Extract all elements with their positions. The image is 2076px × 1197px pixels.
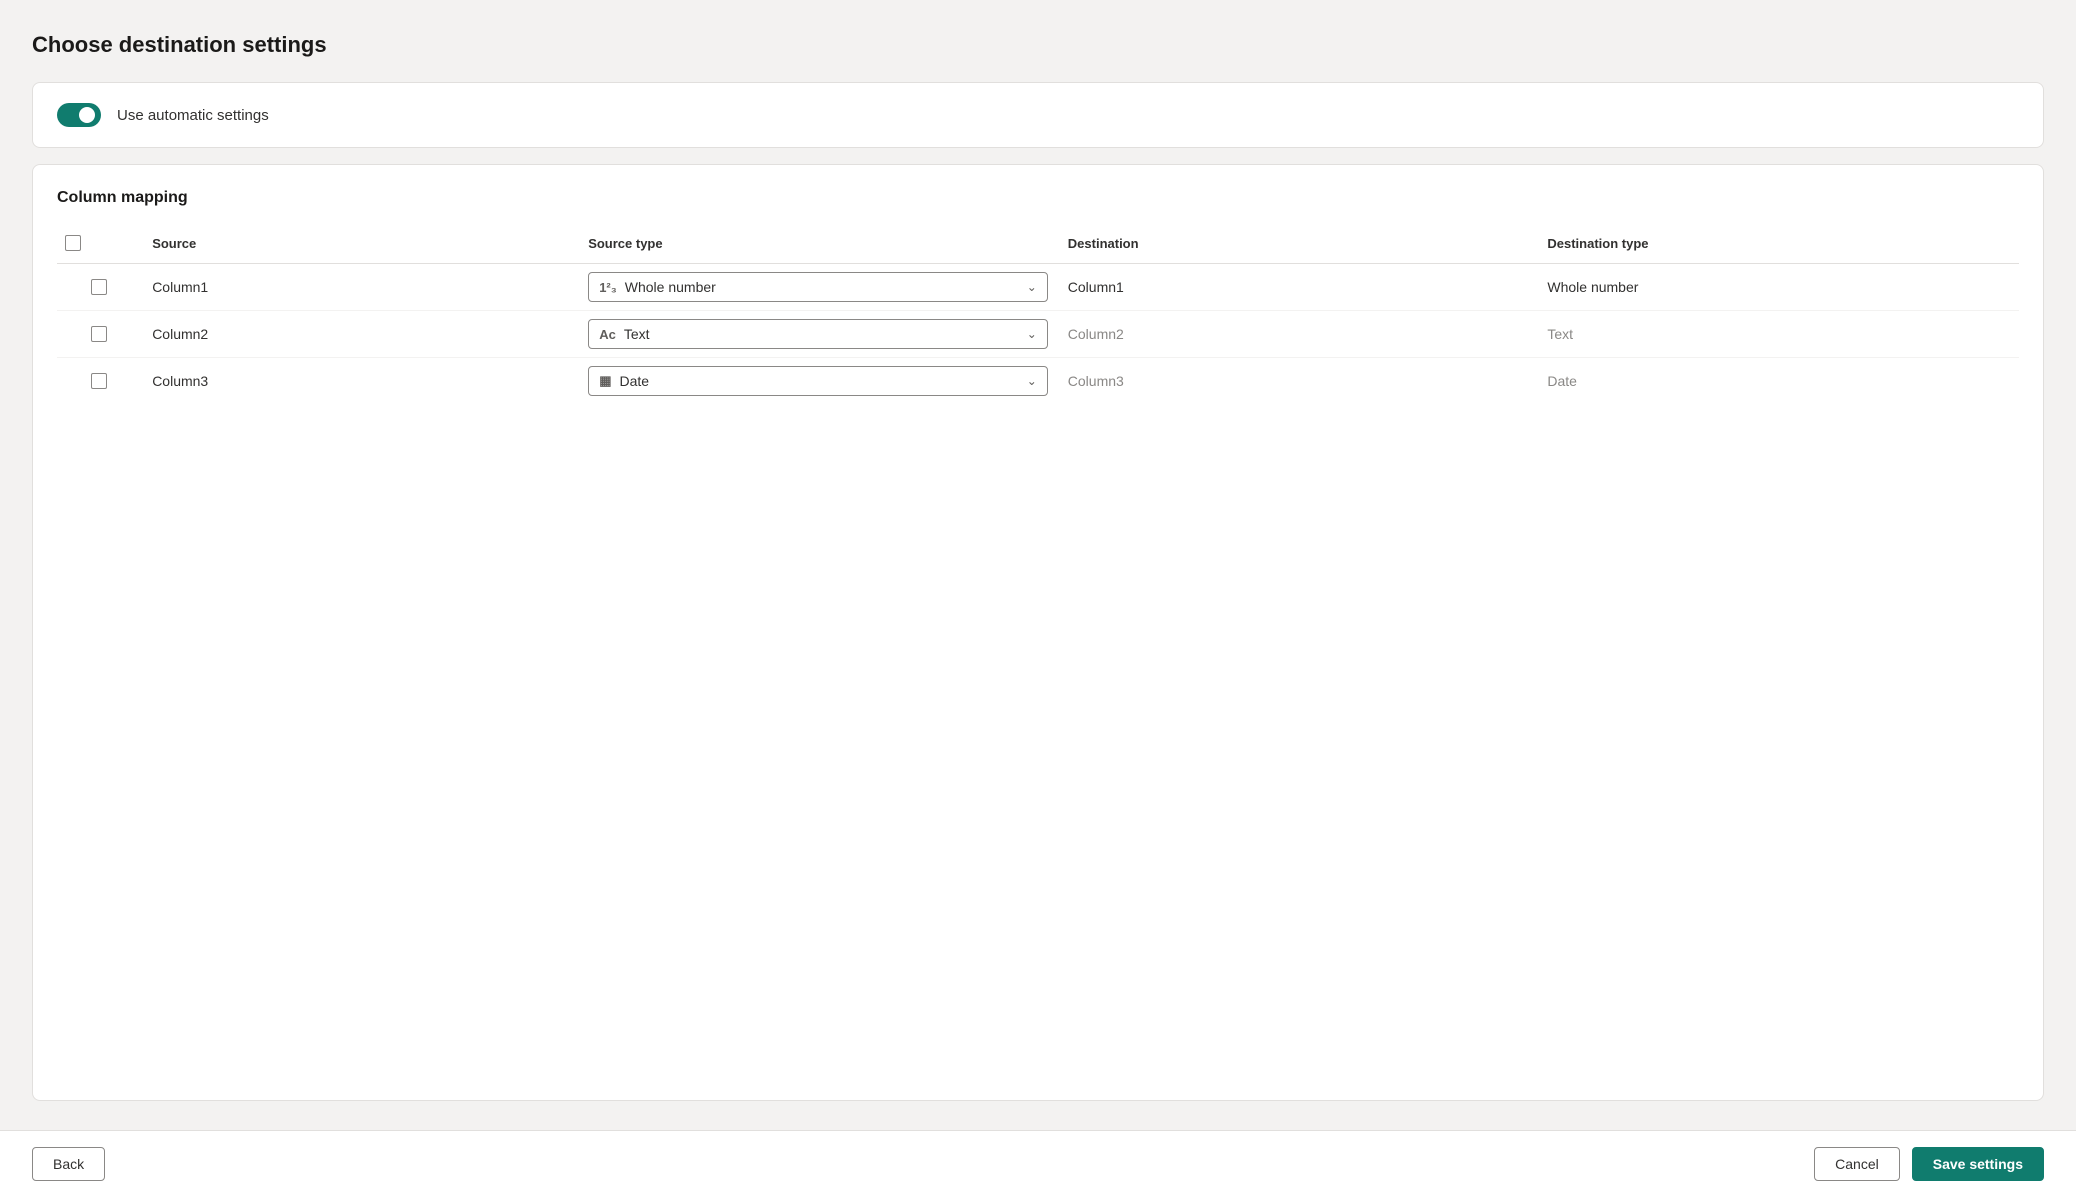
header-source-type: Source type [580,227,1060,264]
type-icon-2: ▦ [599,373,611,389]
cancel-button[interactable]: Cancel [1814,1147,1900,1181]
source-name: Column3 [144,358,580,405]
type-select-label-0: Whole number [625,279,1019,295]
source-name: Column1 [144,264,580,311]
row-checkbox-cell [57,264,144,311]
row-checkbox-1[interactable] [91,326,107,342]
row-checkbox-0[interactable] [91,279,107,295]
table-row: Column2 Ac Text ⌄ Column2Text [57,311,2019,358]
footer: Back Cancel Save settings [0,1130,2076,1197]
source-type-dropdown-cell: 1²₃ Whole number ⌄ [580,264,1060,311]
header-source: Source [144,227,580,264]
table-row: Column3 ▦ Date ⌄ Column3Date [57,358,2019,405]
header-destination-type: Destination type [1539,227,2019,264]
destination-type: Text [1539,311,2019,358]
column-mapping-card: Column mapping Source Source type Destin… [32,164,2044,1101]
source-type-dropdown-cell: Ac Text ⌄ [580,311,1060,358]
destination-name: Column1 [1060,264,1540,311]
source-type-select-1[interactable]: Ac Text ⌄ [588,319,1048,349]
header-checkbox[interactable] [65,235,81,251]
type-select-label-1: Text [624,326,1019,342]
save-settings-button[interactable]: Save settings [1912,1147,2044,1181]
auto-settings-toggle[interactable] [57,103,101,127]
header-destination: Destination [1060,227,1540,264]
type-icon-1: Ac [599,327,616,342]
chevron-down-icon: ⌄ [1027,374,1037,388]
table-row: Column1 1²₃ Whole number ⌄ Column1Whole … [57,264,2019,311]
source-type-dropdown-cell: ▦ Date ⌄ [580,358,1060,405]
page-title: Choose destination settings [32,32,2044,58]
row-checkbox-cell [57,358,144,405]
source-type-select-2[interactable]: ▦ Date ⌄ [588,366,1048,396]
destination-type: Date [1539,358,2019,405]
auto-settings-card: Use automatic settings [32,82,2044,148]
source-type-select-0[interactable]: 1²₃ Whole number ⌄ [588,272,1048,302]
row-checkbox-2[interactable] [91,373,107,389]
destination-type: Whole number [1539,264,2019,311]
column-mapping-table: Source Source type Destination Destinati… [57,227,2019,404]
row-checkbox-cell [57,311,144,358]
back-button[interactable]: Back [32,1147,105,1181]
destination-name: Column3 [1060,358,1540,405]
source-name: Column2 [144,311,580,358]
type-select-label-2: Date [619,373,1018,389]
auto-settings-label: Use automatic settings [117,107,269,124]
column-mapping-title: Column mapping [57,189,2019,207]
chevron-down-icon: ⌄ [1027,327,1037,341]
chevron-down-icon: ⌄ [1027,280,1037,294]
type-icon-0: 1²₃ [599,280,617,295]
destination-name: Column2 [1060,311,1540,358]
